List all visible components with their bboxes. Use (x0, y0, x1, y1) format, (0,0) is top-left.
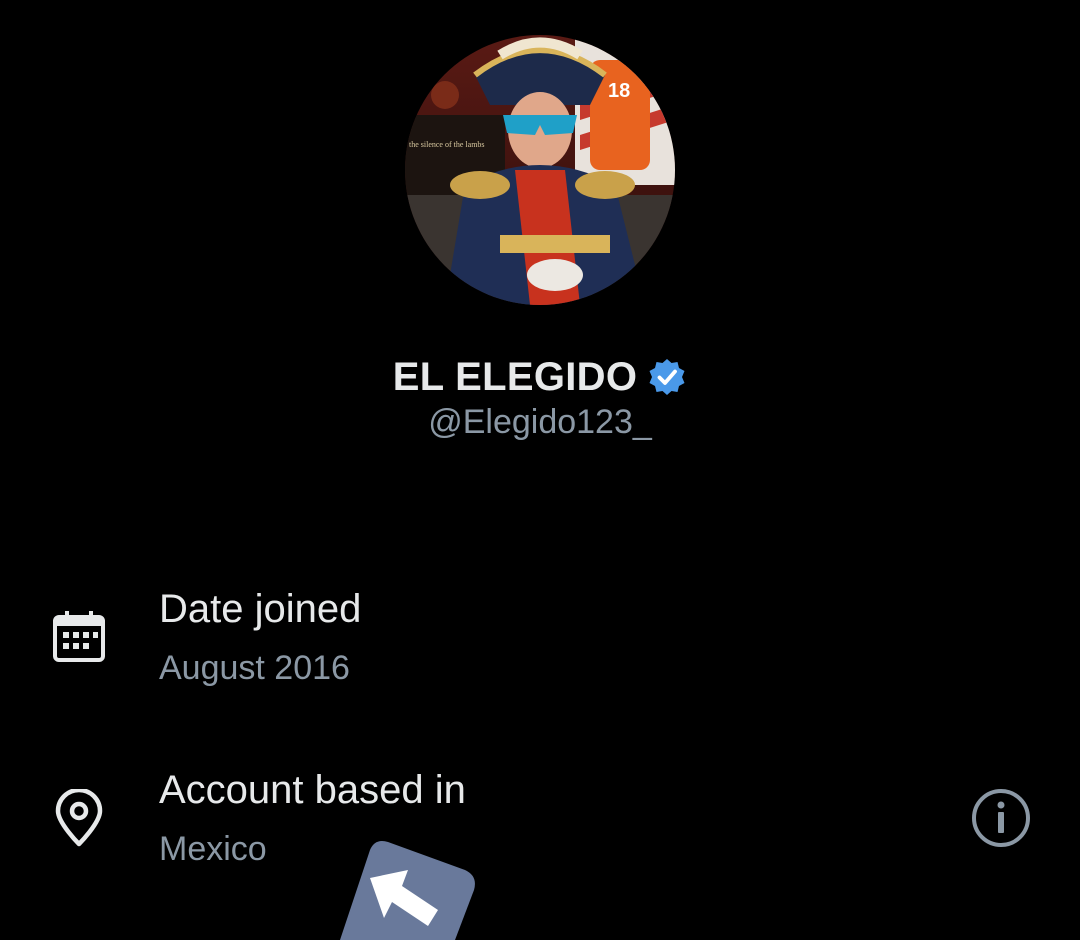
svg-text:the silence of the lambs: the silence of the lambs (409, 140, 485, 149)
avatar-image: 18 the silence of the lambs (405, 35, 675, 305)
svg-text:18: 18 (608, 80, 630, 102)
profile-handle: @Elegido123_ (428, 403, 652, 441)
info-icon[interactable] (970, 787, 1032, 849)
date-joined-title: Date joined (159, 587, 362, 631)
profile-name-row: EL ELEGIDO (0, 350, 1080, 404)
location-pin-icon (55, 789, 103, 847)
account-based-in-value: Mexico (159, 830, 267, 868)
display-name: EL ELEGIDO (392, 354, 638, 399)
calendar-icon (53, 611, 105, 662)
arrow-cursor-icon (340, 841, 475, 940)
profile-avatar[interactable]: 18 the silence of the lambs (405, 35, 675, 305)
verified-badge-icon[interactable] (647, 357, 687, 397)
date-joined-value: August 2016 (159, 649, 350, 687)
account-based-in-title: Account based in (159, 768, 466, 812)
